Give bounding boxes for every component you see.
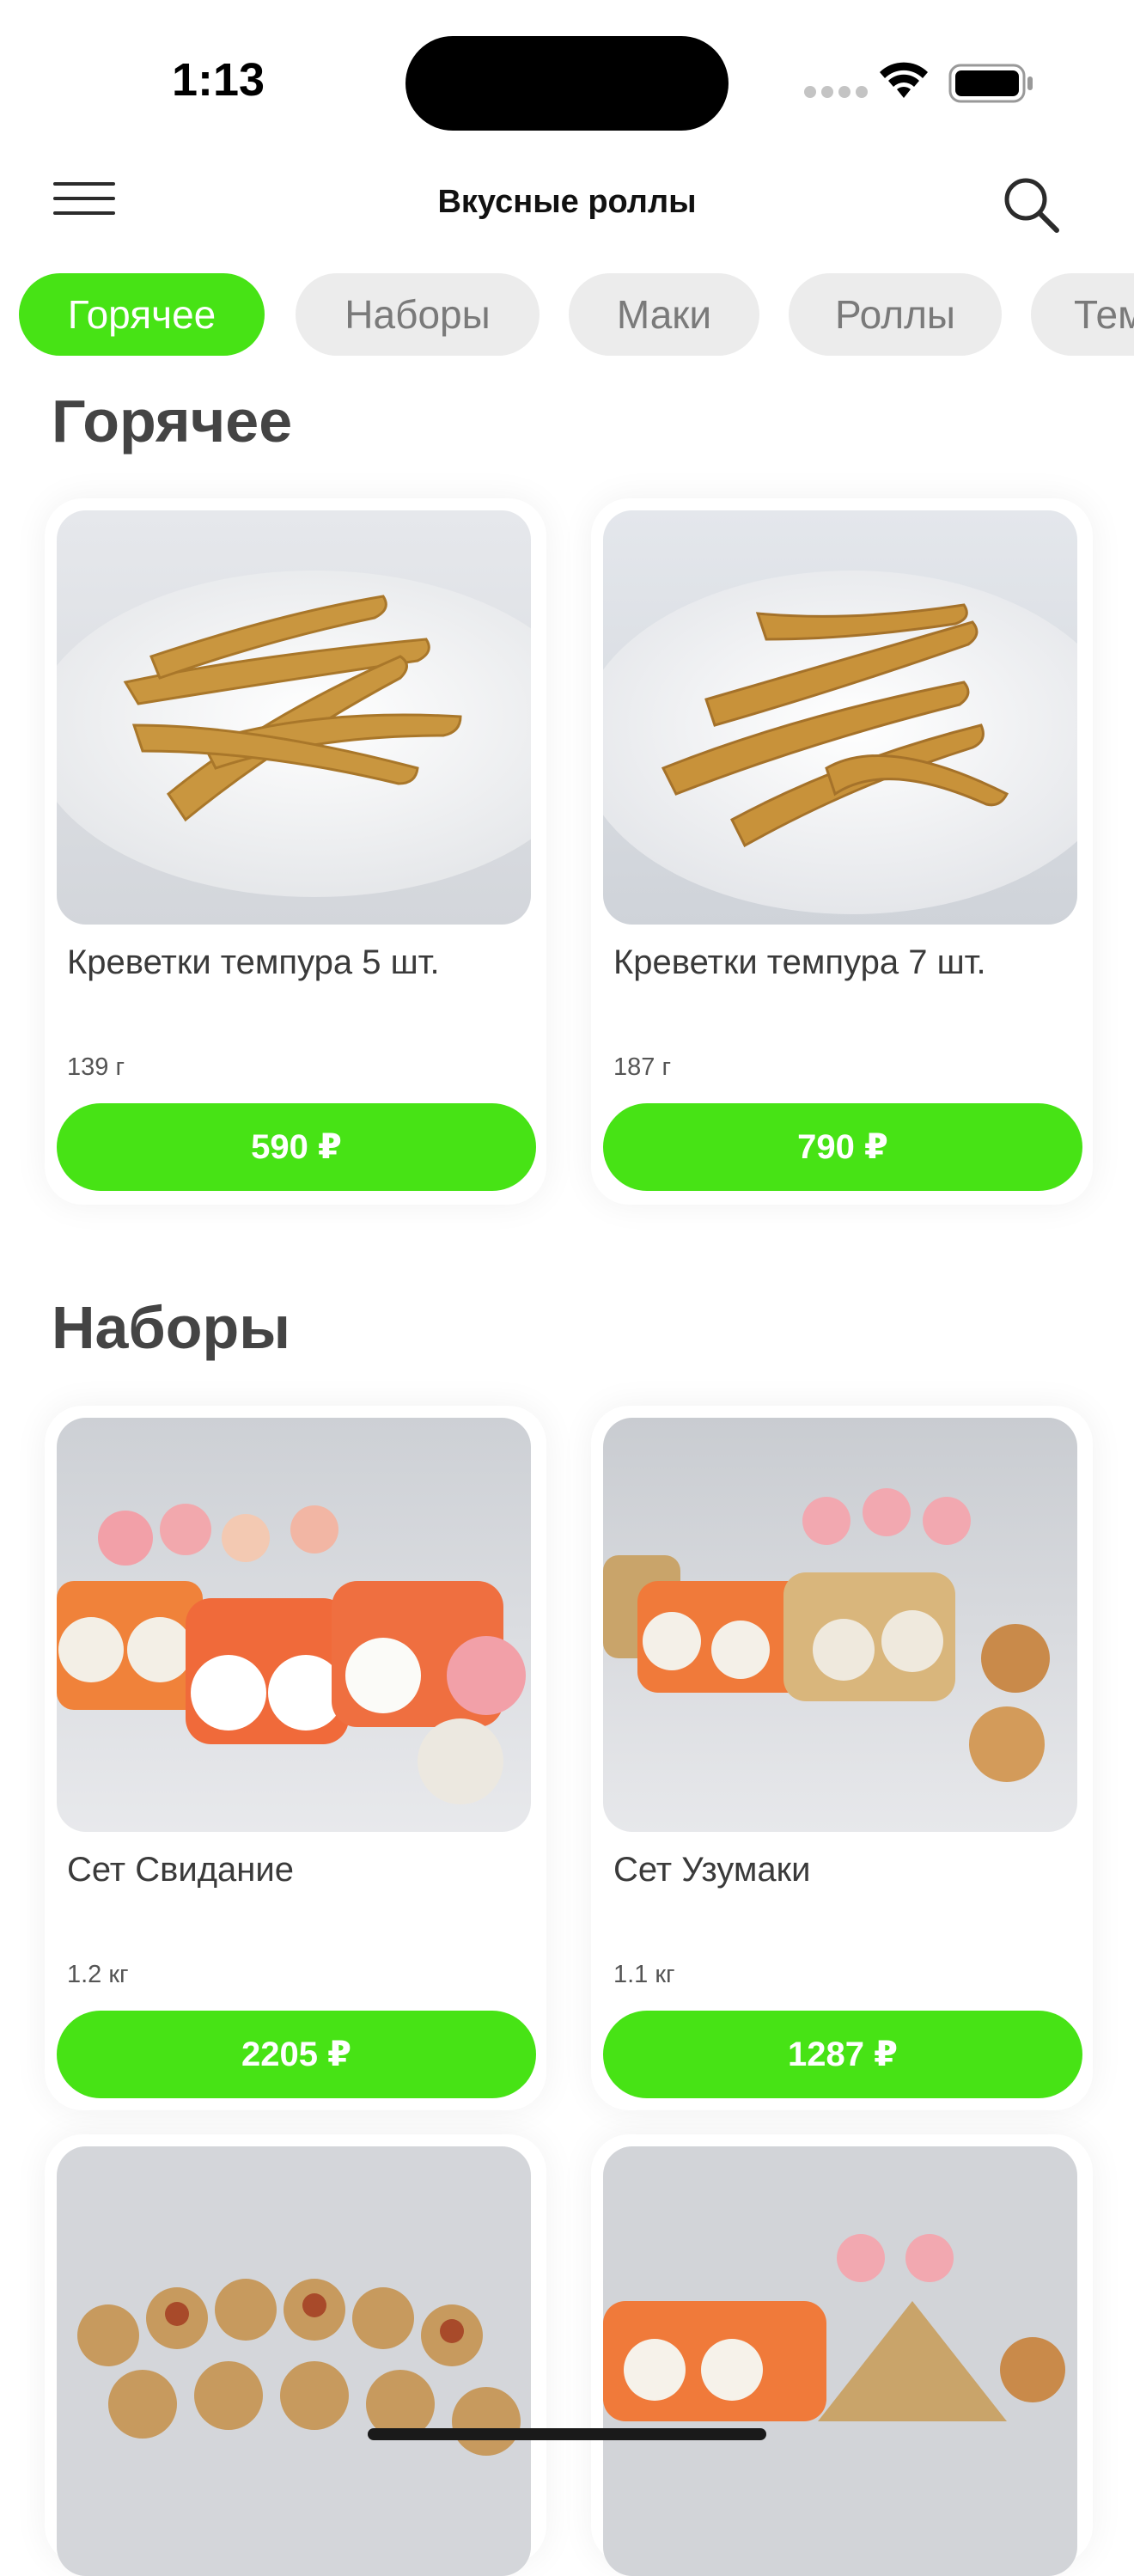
product-weight: 187 г (613, 1053, 672, 1081)
product-weight: 1.1 кг (613, 1961, 675, 1988)
add-to-cart-button[interactable]: 590 ₽ (57, 1103, 536, 1191)
home-indicator[interactable] (368, 2428, 766, 2440)
tab-rolls[interactable]: Роллы (789, 273, 1002, 356)
product-image (57, 2146, 531, 2576)
product-card[interactable]: Сет Узумаки 1.1 кг 1287 ₽ (591, 1406, 1093, 2110)
section-title-hot: Горячее (52, 388, 293, 455)
search-icon[interactable] (1000, 174, 1062, 235)
product-image (603, 1418, 1077, 1832)
product-card[interactable]: Сет Свидание 1.2 кг 2205 ₽ (45, 1406, 546, 2110)
product-name: Сет Свидание (67, 1851, 294, 1889)
product-card[interactable] (45, 2134, 546, 2576)
top-nav-bar: Вкусные роллы (0, 155, 1134, 249)
add-to-cart-button[interactable]: 790 ₽ (603, 1103, 1082, 1191)
product-card[interactable]: Креветки темпура 5 шт. 139 г 590 ₽ (45, 498, 546, 1205)
product-image (603, 2146, 1077, 2576)
battery-icon (948, 64, 1033, 103)
product-weight: 1.2 кг (67, 1961, 129, 1988)
add-to-cart-button[interactable]: 2205 ₽ (57, 2011, 536, 2098)
tab-tempura[interactable]: Тем (1031, 273, 1134, 356)
product-card[interactable]: Креветки темпура 7 шт. 187 г 790 ₽ (591, 498, 1093, 1205)
dynamic-island (405, 36, 729, 131)
wifi-icon (880, 62, 928, 98)
product-image (57, 510, 531, 925)
product-weight: 139 г (67, 1053, 125, 1081)
page-title: Вкусные роллы (437, 184, 697, 220)
tab-maki[interactable]: Маки (569, 273, 759, 356)
cellular-signal-icon (804, 86, 873, 102)
section-title-sets: Наборы (52, 1294, 291, 1361)
tab-sets[interactable]: Наборы (296, 273, 540, 356)
add-to-cart-button[interactable]: 1287 ₽ (603, 2011, 1082, 2098)
status-bar: 1:13 (0, 0, 1134, 155)
status-time: 1:13 (172, 54, 265, 106)
product-card[interactable] (591, 2134, 1093, 2576)
product-image (603, 510, 1077, 925)
tab-hot[interactable]: Горячее (19, 273, 265, 356)
product-image (57, 1418, 531, 1832)
product-name: Креветки темпура 7 шт. (613, 943, 986, 981)
product-name: Сет Узумаки (613, 1851, 811, 1889)
product-name: Креветки темпура 5 шт. (67, 943, 440, 981)
category-tabs: Горячее Наборы Маки Роллы Тем (0, 273, 1134, 356)
